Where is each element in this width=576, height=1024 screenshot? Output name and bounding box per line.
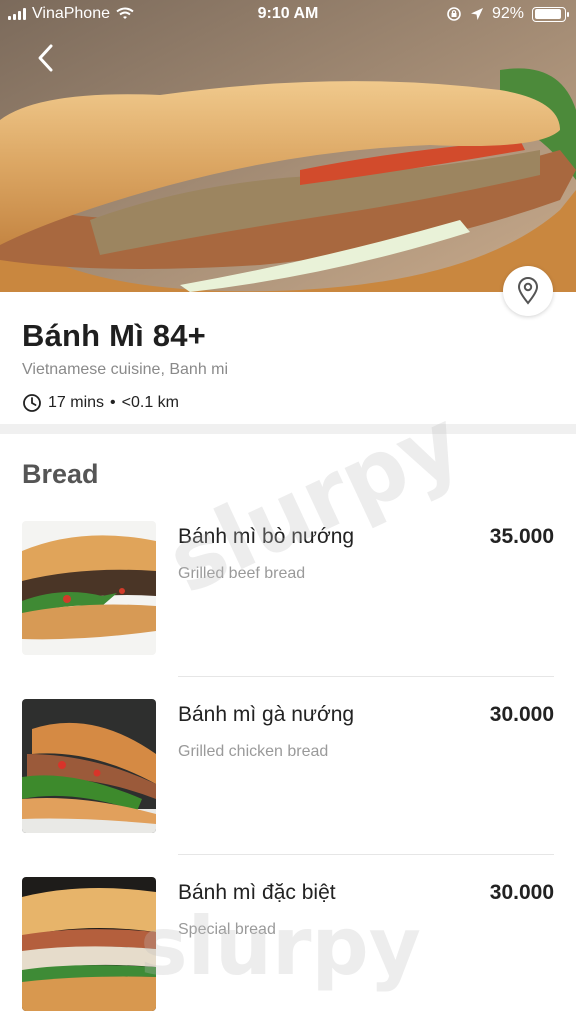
menu-item-image <box>22 699 156 833</box>
menu-item[interactable]: Bánh mì bò nướng Grilled beef bread 35.0… <box>22 521 554 655</box>
status-bar: VinaPhone 9:10 AM 92% <box>0 0 576 30</box>
back-button[interactable] <box>28 40 64 76</box>
menu-item-description: Grilled beef bread <box>178 565 306 582</box>
location-arrow-icon <box>470 8 483 20</box>
sandwich-photo <box>0 0 576 292</box>
menu-item-description: Special bread <box>178 921 276 938</box>
menu-item[interactable]: Bánh mì đặc biệt Special bread 30.000 <box>22 877 554 1011</box>
item-divider <box>178 854 554 855</box>
battery-percent: 92% <box>491 5 524 22</box>
item-divider <box>178 676 554 677</box>
menu-item-name: Bánh mì bò nướng <box>178 525 355 548</box>
menu-item-price: 30.000 <box>489 703 554 726</box>
battery-icon <box>532 6 569 22</box>
delivery-time: 17 mins <box>48 394 105 411</box>
menu-item-image <box>22 877 156 1011</box>
menu-item-image <box>22 521 156 655</box>
section-divider <box>0 424 576 434</box>
rotation-lock-icon <box>447 7 461 21</box>
section-title: Bread <box>22 459 99 489</box>
menu-item-name: Bánh mì gà nướng <box>178 703 355 726</box>
menu-item-price: 35.000 <box>489 525 554 548</box>
menu-item-description: Grilled chicken bread <box>178 743 329 760</box>
hero-image <box>0 0 576 292</box>
clock-icon <box>23 394 41 412</box>
restaurant-name: Bánh Mì 84+ <box>22 318 206 353</box>
menu-item-name: Bánh mì đặc biệt <box>178 881 336 904</box>
meta-separator: • <box>110 394 116 411</box>
map-pin-icon <box>517 277 539 305</box>
delivery-meta: 17 mins • <0.1 km <box>22 393 179 413</box>
restaurant-cuisine: Vietnamese cuisine, Banh mi <box>22 361 229 378</box>
menu-item-price: 30.000 <box>489 881 554 904</box>
distance: <0.1 km <box>121 394 179 411</box>
chevron-left-icon <box>38 44 53 72</box>
menu-item[interactable]: Bánh mì gà nướng Grilled chicken bread 3… <box>22 699 554 833</box>
battery-level-fill <box>534 9 562 19</box>
map-location-button[interactable] <box>503 266 553 316</box>
